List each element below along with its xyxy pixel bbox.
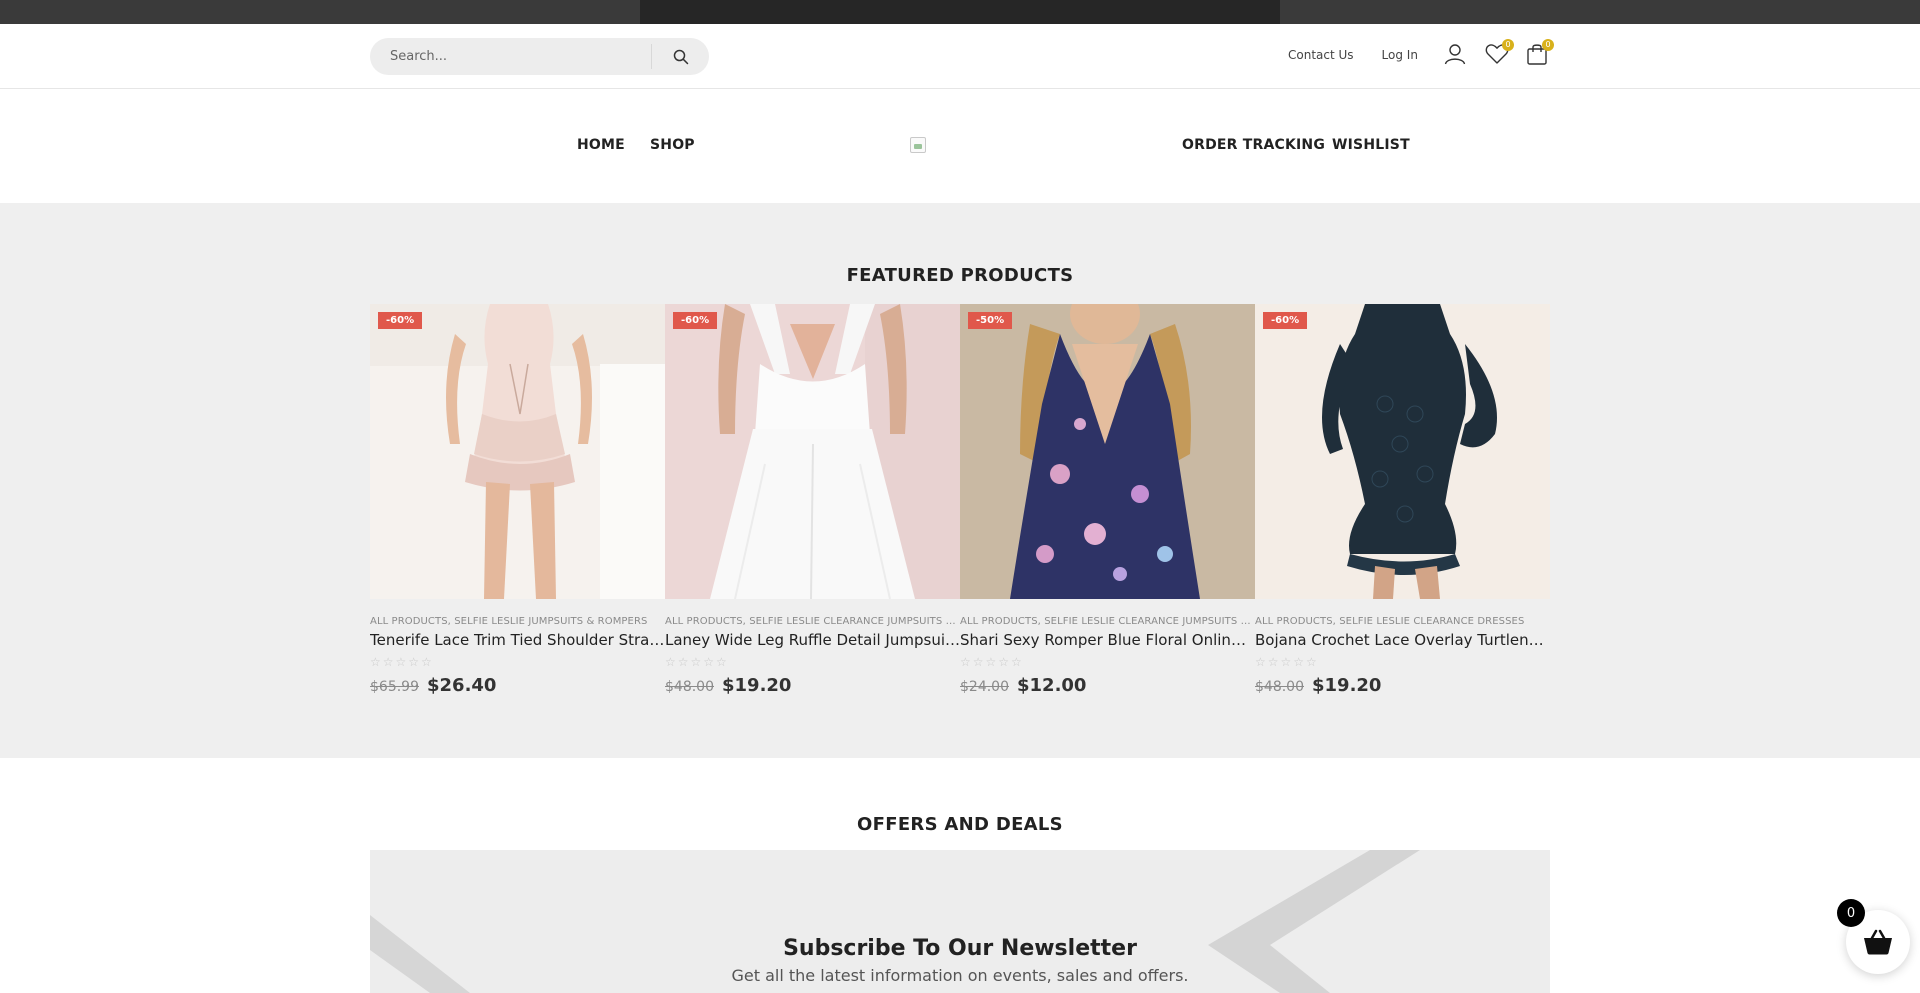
product-categories[interactable]: ALL PRODUCTS, SELFIE LESLIE CLEARANCE DR… xyxy=(1255,616,1550,627)
product-price: $48.00 $19.20 xyxy=(1255,675,1550,696)
sale-badge: -60% xyxy=(1263,312,1308,329)
product-title[interactable]: Bojana Crochet Lace Overlay Turtleneck D… xyxy=(1255,631,1550,649)
product-title[interactable]: Shari Sexy Romper Blue Floral Online now xyxy=(960,631,1255,649)
newsletter-subtitle: Get all the latest information on events… xyxy=(731,966,1189,985)
product-photo-playsuit xyxy=(370,304,665,599)
product-card[interactable]: -60% ALL PRODUCTS, SELFIE LESLIE CLEARAN… xyxy=(665,304,960,696)
original-price: $65.99 xyxy=(370,679,419,695)
search-bar xyxy=(370,38,709,75)
star-rating: ☆☆☆☆☆ xyxy=(960,655,1024,669)
product-image[interactable]: -50% xyxy=(960,304,1255,599)
search-button[interactable] xyxy=(652,38,709,75)
search-icon xyxy=(673,49,688,64)
contact-us-link[interactable]: Contact Us xyxy=(1288,48,1354,62)
original-price: $24.00 xyxy=(960,679,1009,695)
product-price: $24.00 $12.00 xyxy=(960,675,1255,696)
login-link[interactable]: Log In xyxy=(1382,48,1418,62)
nav-shop[interactable]: SHOP xyxy=(650,137,695,153)
product-card[interactable]: -50% ALL PRODUCTS, SELFIE LESLIE CLEARAN… xyxy=(960,304,1255,696)
original-price: $48.00 xyxy=(1255,679,1304,695)
nav-home[interactable]: HOME xyxy=(577,137,625,153)
product-price: $48.00 $19.20 xyxy=(665,675,960,696)
floating-cart-count: 0 xyxy=(1837,899,1865,927)
product-card[interactable]: -60% ALL PRODUCTS, SELFIE LESLIE JUMPSUI… xyxy=(370,304,665,696)
cart-count-badge: 0 xyxy=(1542,39,1554,51)
product-price: $65.99 $26.40 xyxy=(370,675,665,696)
product-image[interactable]: -60% xyxy=(665,304,960,599)
site-logo[interactable] xyxy=(910,137,926,153)
wishlist-count-badge: 0 xyxy=(1502,39,1514,51)
product-categories[interactable]: ALL PRODUCTS, SELFIE LESLIE CLEARANCE JU… xyxy=(665,616,960,627)
top-announcement-bar xyxy=(0,0,1920,24)
wishlist-button[interactable]: 0 xyxy=(1482,39,1514,69)
basket-icon xyxy=(1864,929,1892,955)
product-photo-floral-romper xyxy=(960,304,1255,599)
header-links: Contact Us Log In xyxy=(1288,48,1418,62)
star-rating: ☆☆☆☆☆ xyxy=(370,655,434,669)
account-button[interactable] xyxy=(1440,39,1470,69)
sale-price: $19.20 xyxy=(1312,675,1382,696)
sale-badge: -60% xyxy=(378,312,423,329)
search-input[interactable] xyxy=(370,38,650,75)
product-categories[interactable]: ALL PRODUCTS, SELFIE LESLIE JUMPSUITS & … xyxy=(370,616,665,627)
product-title[interactable]: Tenerife Lace Trim Tied Shoulder Strap P… xyxy=(370,631,665,649)
nav-order-tracking[interactable]: ORDER TRACKING xyxy=(1182,137,1325,153)
featured-products-title: FEATURED PRODUCTS xyxy=(846,265,1074,286)
featured-products-section: FEATURED PRODUCTS -60% ALL PRODUCTS, SEL… xyxy=(0,203,1920,758)
top-bar-center-block xyxy=(640,0,1280,24)
product-image[interactable]: -60% xyxy=(370,304,665,599)
product-title[interactable]: Laney Wide Leg Ruffle Detail Jumpsuit Wh… xyxy=(665,631,960,649)
original-price: $48.00 xyxy=(665,679,714,695)
product-photo-crochet-dress xyxy=(1255,304,1550,599)
user-icon xyxy=(1444,44,1466,65)
cart-button[interactable]: 0 xyxy=(1522,39,1554,69)
product-image[interactable]: -60% xyxy=(1255,304,1550,599)
nav-wishlist[interactable]: WISHLIST xyxy=(1332,137,1410,153)
product-card[interactable]: -60% ALL PRODUCTS, SELFIE LESLIE CLEARAN… xyxy=(1255,304,1550,696)
site-header: Contact Us Log In 0 0 xyxy=(0,24,1920,89)
sale-price: $26.40 xyxy=(427,675,497,696)
sale-price: $19.20 xyxy=(722,675,792,696)
product-categories[interactable]: ALL PRODUCTS, SELFIE LESLIE CLEARANCE JU… xyxy=(960,616,1255,627)
sale-badge: -60% xyxy=(673,312,718,329)
product-photo-jumpsuit xyxy=(665,304,960,599)
sale-badge: -50% xyxy=(968,312,1013,329)
newsletter-banner: Subscribe To Our Newsletter Get all the … xyxy=(370,850,1550,993)
main-navigation: HOME SHOP ORDER TRACKING WISHLIST xyxy=(0,89,1920,203)
star-rating: ☆☆☆☆☆ xyxy=(665,655,729,669)
star-rating: ☆☆☆☆☆ xyxy=(1255,655,1319,669)
offers-title: OFFERS AND DEALS xyxy=(857,814,1063,835)
newsletter-title: Subscribe To Our Newsletter xyxy=(783,936,1137,961)
sale-price: $12.00 xyxy=(1017,675,1087,696)
offers-section: OFFERS AND DEALS Subscribe To Our Newsle… xyxy=(0,758,1920,993)
